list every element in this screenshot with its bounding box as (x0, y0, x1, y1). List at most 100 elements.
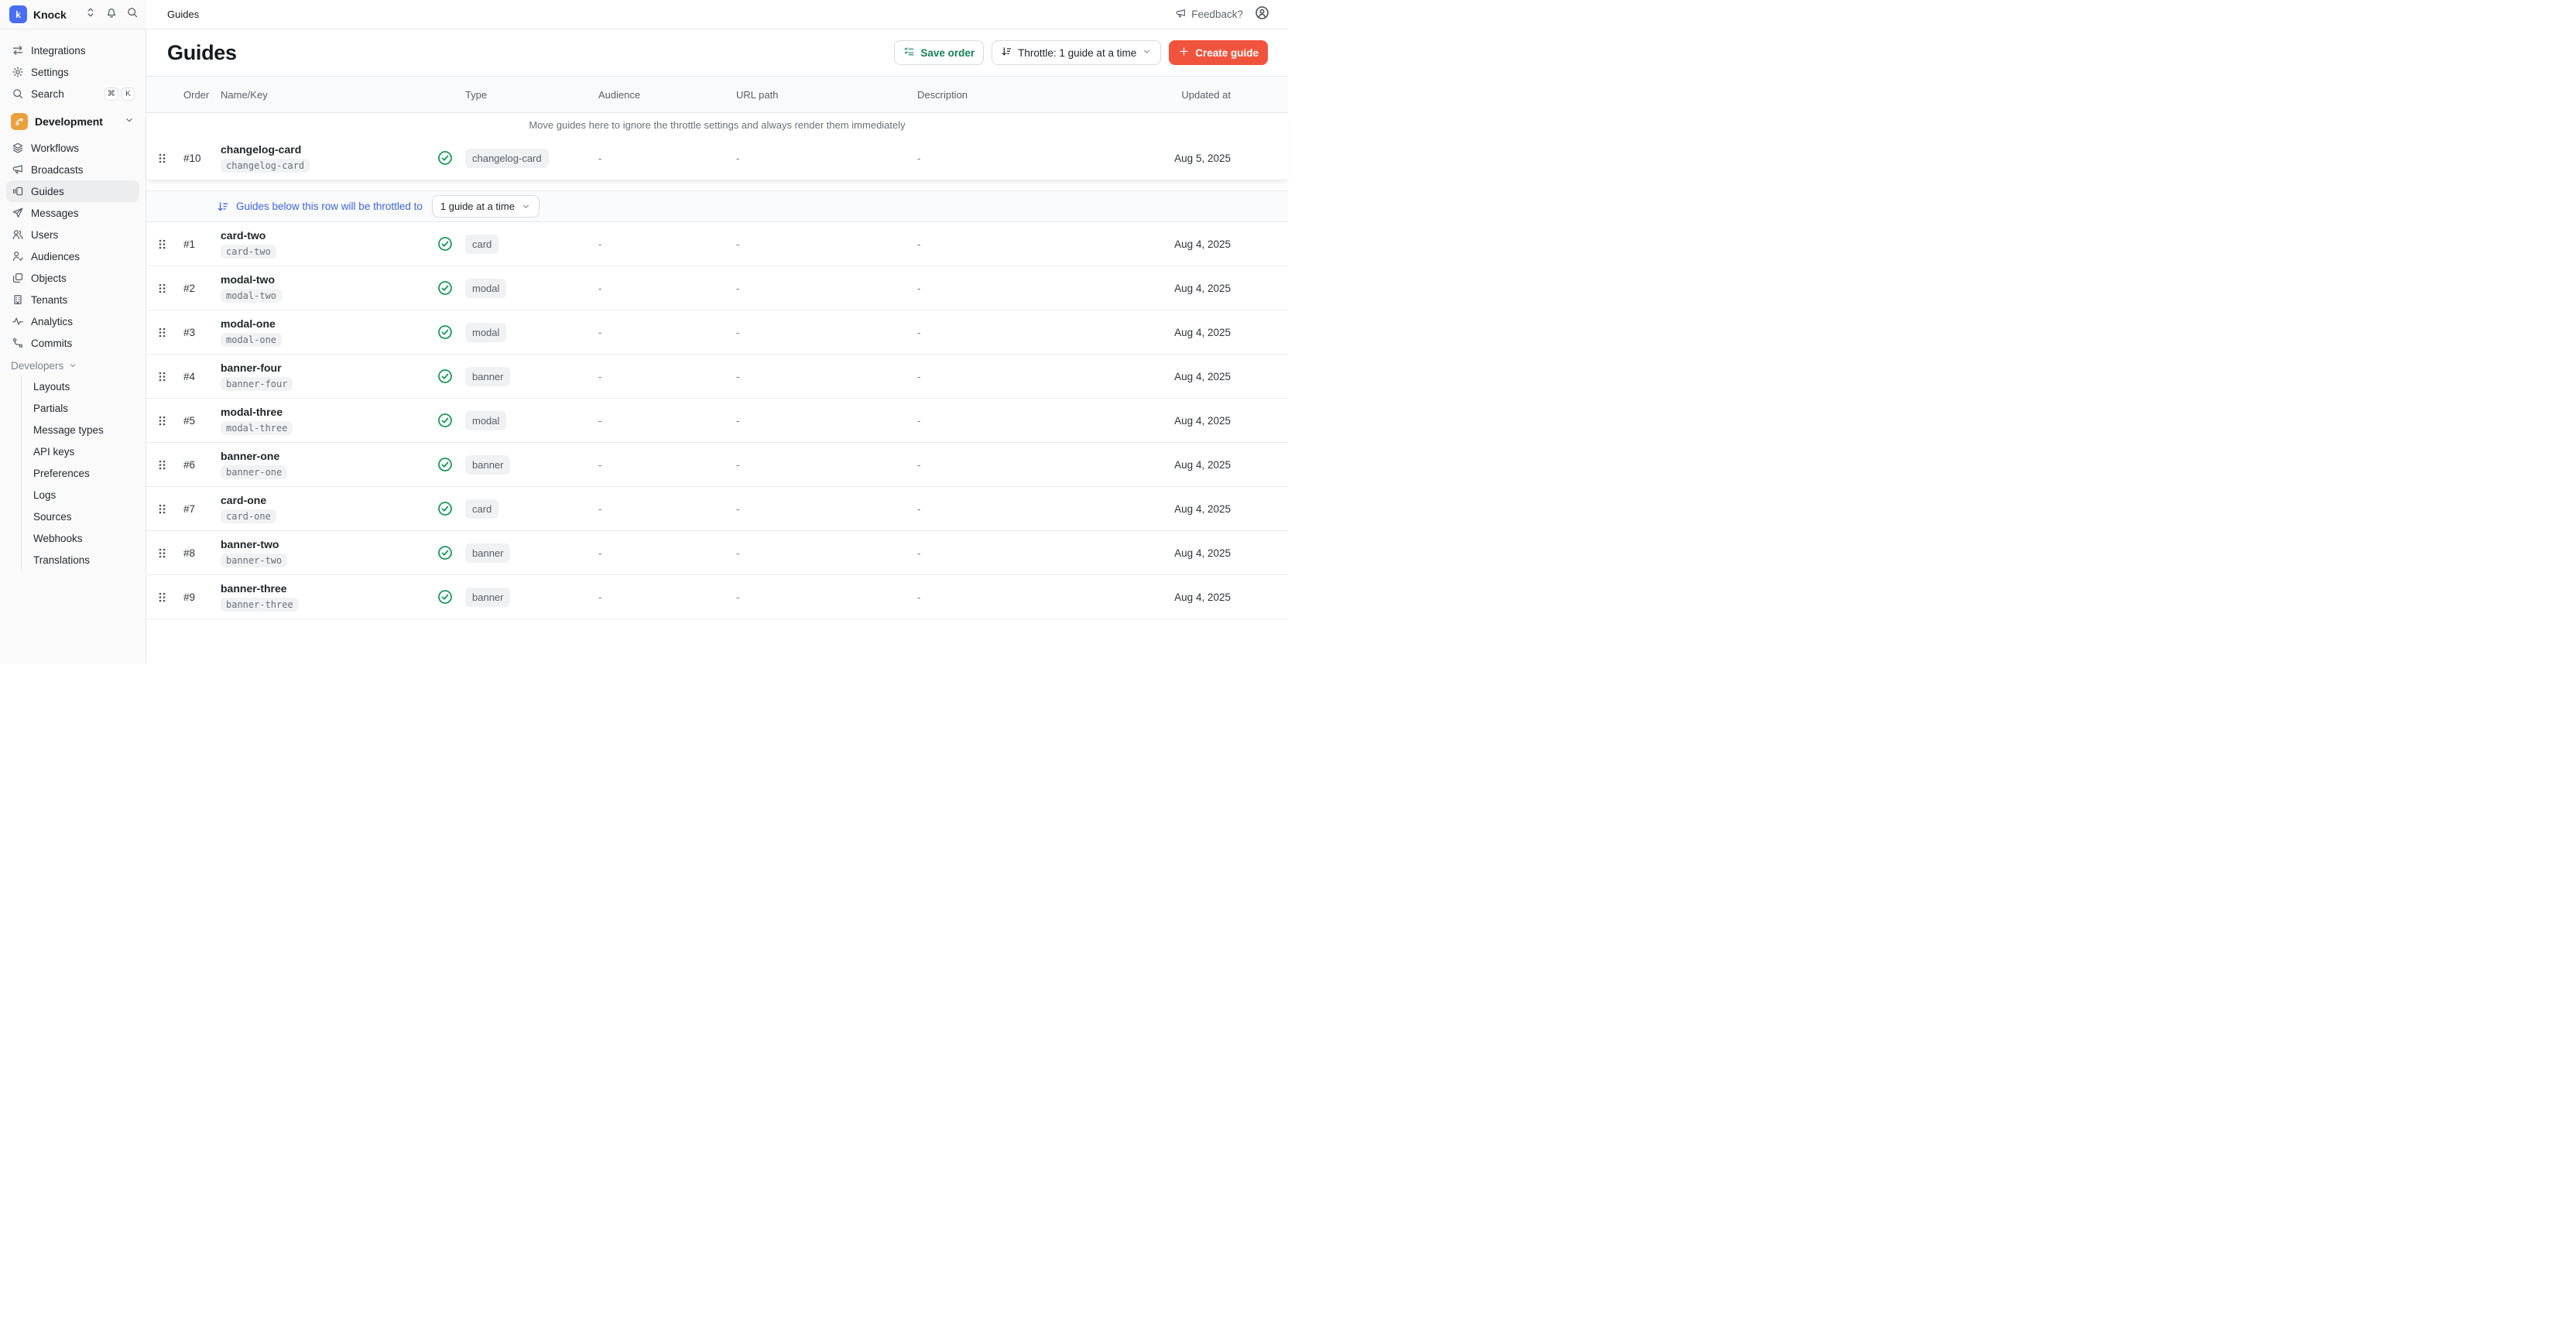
guide-row[interactable]: #2modal-twomodal-twomodal---Aug 4, 2025 (146, 266, 1288, 310)
guide-name: card-one (221, 494, 266, 506)
sidebar-item-webhooks[interactable]: Webhooks (22, 527, 139, 549)
guide-row[interactable]: #6banner-onebanner-onebanner---Aug 4, 20… (146, 443, 1288, 487)
drag-handle-icon[interactable] (157, 547, 183, 560)
guide-name-key[interactable]: banner-onebanner-one (221, 450, 437, 479)
table-header-row: OrderName/KeyTypeAudienceURL pathDescrip… (146, 77, 1288, 113)
sidebar-item-partials[interactable]: Partials (22, 397, 139, 419)
account-menu-button[interactable] (1254, 7, 1269, 22)
sidebar-item-label: Commits (31, 338, 72, 349)
guide-key-badge: banner-one (221, 465, 287, 479)
sidebar-item-label: Messages (31, 207, 79, 219)
sidebar-item-translations[interactable]: Translations (22, 549, 139, 571)
drag-handle-icon[interactable] (157, 282, 183, 295)
sidebar-item-users[interactable]: Users (6, 224, 139, 245)
sidebar-item-api-keys[interactable]: API keys (22, 441, 139, 462)
sidebar-item-commits[interactable]: Commits (6, 332, 139, 354)
guide-name-key[interactable]: card-twocard-two (221, 229, 437, 259)
guide-name-key[interactable]: modal-threemodal-three (221, 406, 437, 435)
guide-name-key[interactable]: banner-fourbanner-four (221, 362, 437, 391)
guide-audience: - (598, 459, 736, 471)
sidebar-item-label: Objects (31, 273, 67, 284)
layers-icon (11, 142, 24, 155)
sidebar-item-broadcasts[interactable]: Broadcasts (6, 159, 139, 180)
developers-label: Developers (11, 360, 63, 372)
guide-row[interactable]: #5modal-threemodal-threemodal---Aug 4, 2… (146, 399, 1288, 443)
sidebar-item-integrations[interactable]: Integrations (6, 39, 139, 61)
environment-switcher[interactable]: Development (6, 109, 139, 134)
guide-row[interactable]: #8banner-twobanner-twobanner---Aug 4, 20… (146, 531, 1288, 575)
drag-handle-icon[interactable] (157, 591, 183, 604)
sidebar-item-audiences[interactable]: Audiences (6, 245, 139, 267)
sidebar-item-settings[interactable]: Settings (6, 61, 139, 83)
guide-name: banner-two (221, 538, 279, 550)
guide-row[interactable]: #4banner-fourbanner-fourbanner---Aug 4, … (146, 355, 1288, 399)
workspace-expand-button[interactable] (83, 7, 98, 22)
guide-url-path: - (736, 459, 917, 471)
sidebar-item-guides[interactable]: Guides (6, 180, 139, 202)
guide-name-key[interactable]: modal-onemodal-one (221, 317, 437, 347)
throttle-button[interactable]: Throttle: 1 guide at a time (992, 40, 1161, 65)
checklist-icon (903, 46, 915, 60)
sidebar-item-label: Search (31, 88, 64, 100)
sidebar-item-label: Workflows (31, 142, 79, 154)
developers-section-header[interactable]: Developers (6, 355, 139, 375)
sidebar-item-workflows[interactable]: Workflows (6, 137, 139, 159)
guide-type-badge: banner (465, 543, 510, 563)
sidebar-item-logs[interactable]: Logs (22, 484, 139, 506)
throttle-divider-label[interactable]: Guides below this row will be throttled … (236, 201, 423, 212)
guide-row[interactable]: #9banner-threebanner-threebanner---Aug 4… (146, 575, 1288, 619)
sidebar-item-label: Tenants (31, 294, 67, 306)
guide-order: #1 (183, 238, 221, 250)
save-order-button[interactable]: Save order (894, 40, 984, 65)
throttle-label: Throttle: 1 guide at a time (1018, 47, 1136, 59)
guide-type-badge: banner (465, 455, 510, 475)
guide-row[interactable]: #7card-onecard-onecard---Aug 4, 2025 (146, 487, 1288, 531)
user-avatar-icon (1255, 5, 1269, 24)
sidebar-item-tenants[interactable]: Tenants (6, 289, 139, 310)
sidebar-item-objects[interactable]: Objects (6, 267, 139, 289)
active-check-circle-icon (437, 545, 465, 561)
drag-handle-icon[interactable] (157, 238, 183, 251)
feedback-link[interactable]: Feedback? (1175, 8, 1243, 22)
guide-audience: - (598, 153, 736, 164)
notifications-button[interactable] (104, 7, 119, 22)
chevron-down-icon (521, 201, 531, 211)
guide-name-key[interactable]: banner-twobanner-two (221, 538, 437, 567)
guide-row[interactable]: #3modal-onemodal-onemodal---Aug 4, 2025 (146, 310, 1288, 355)
drag-handle-icon[interactable] (157, 414, 183, 427)
guide-audience: - (598, 547, 736, 559)
sidebar-item-search[interactable]: Search⌘K (6, 83, 139, 105)
drag-handle-icon[interactable] (157, 370, 183, 383)
breadcrumb[interactable]: Guides (167, 9, 199, 20)
workspace-switcher[interactable]: k Knock (9, 5, 67, 23)
guide-name-key[interactable]: card-one card-one (221, 494, 437, 523)
guide-type-badge: banner (465, 588, 510, 607)
sidebar-item-layouts[interactable]: Layouts (22, 375, 139, 397)
drag-handle-icon[interactable] (157, 502, 183, 516)
drag-handle-icon[interactable] (157, 326, 183, 339)
guide-row[interactable]: #1card-twocard-twocard---Aug 4, 2025 (146, 222, 1288, 266)
guide-name-key[interactable]: banner-threebanner-three (221, 582, 437, 612)
drag-handle-icon[interactable] (157, 152, 183, 165)
guide-type-cell: banner (465, 588, 598, 607)
sidebar-item-analytics[interactable]: Analytics (6, 310, 139, 332)
guide-name-key[interactable]: changelog-cardchangelog-card (221, 143, 437, 173)
sidebar-item-sources[interactable]: Sources (22, 506, 139, 527)
drag-handle-icon[interactable] (157, 458, 183, 471)
guide-key-badge: banner-three (221, 598, 299, 612)
throttle-count-select[interactable]: 1 guide at a time (432, 195, 540, 218)
search-icon (126, 6, 139, 22)
sidebar-item-message-types[interactable]: Message types (22, 419, 139, 441)
guide-description: - (917, 503, 1100, 515)
guide-key-badge: card-one (221, 509, 276, 523)
guide-url-path: - (736, 415, 917, 427)
create-guide-button[interactable]: Create guide (1169, 40, 1268, 65)
sidebar-item-preferences[interactable]: Preferences (22, 462, 139, 484)
column-header-updated-at: Updated at (1100, 89, 1231, 101)
search-button[interactable] (125, 7, 140, 22)
guide-type-cell: banner (465, 455, 598, 475)
sidebar-item-messages[interactable]: Messages (6, 202, 139, 224)
guide-audience: - (598, 238, 736, 250)
guide-row[interactable]: #10changelog-cardchangelog-cardchangelog… (146, 136, 1288, 180)
guide-name-key[interactable]: modal-twomodal-two (221, 273, 437, 303)
